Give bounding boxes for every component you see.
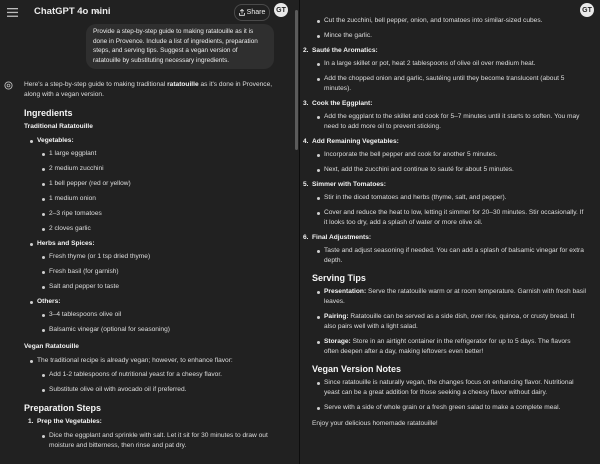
share-button[interactable]: Share: [234, 4, 270, 21]
step-6-list: Taste and adjust seasoning if needed. Yo…: [317, 246, 587, 266]
ingredients-heading: Ingredients: [24, 108, 73, 118]
step-3-list: Add the eggplant to the skillet and cook…: [317, 112, 587, 132]
list-item: Fresh thyme (or 1 tsp dried thyme): [42, 252, 286, 262]
list-item: Next, add the zucchini and continue to s…: [317, 165, 587, 175]
list-item: 1 medium onion: [42, 194, 286, 204]
list-item: Dice the eggplant and sprinkle with salt…: [42, 431, 286, 451]
chat-pane-right: GT Cut the zucchini, bell pepper, onion,…: [300, 0, 600, 464]
list-item: Serve with a side of whole grain or a fr…: [317, 403, 587, 413]
list-item: Incorporate the bell pepper and cook for…: [317, 150, 587, 160]
share-label: Share: [246, 9, 266, 16]
scrollbar[interactable]: [295, 10, 298, 150]
avatar[interactable]: GT: [274, 3, 288, 17]
list-item: 1 bell pepper (red or yellow): [42, 179, 286, 189]
list-item: Add 1-2 tablespoons of nutritional yeast…: [42, 370, 286, 380]
vegan-intro: The traditional recipe is already vegan;…: [30, 356, 286, 366]
step-5-title: 5. Simmer with Tomatoes:: [303, 181, 386, 188]
chevron-down-icon[interactable]: [95, 9, 102, 15]
top-bar: ChatGPT 4o mini Share GT: [0, 0, 299, 26]
traditional-heading: Traditional Ratatouille: [24, 123, 93, 130]
step-1-continued: Cut the zucchini, bell pepper, onion, an…: [317, 16, 587, 41]
list-item: 1 large eggplant: [42, 149, 286, 159]
list-item: 2 cloves garlic: [42, 224, 286, 234]
step-1-list: Dice the eggplant and sprinkle with salt…: [42, 431, 286, 451]
list-item: Substitute olive oil with avocado oil if…: [42, 385, 286, 395]
step-2-list: In a large skillet or pot, heat 2 tables…: [317, 59, 587, 94]
list-item: Stir in the diced tomatoes and herbs (th…: [317, 193, 587, 203]
closing-text: Enjoy your delicious homemade ratatouill…: [312, 420, 438, 427]
others-label: Others:: [30, 297, 286, 307]
list-item: Cut the zucchini, bell pepper, onion, an…: [317, 16, 587, 26]
serving-tips-heading: Serving Tips: [312, 273, 366, 283]
vegetables-label: Vegetables:: [30, 136, 286, 146]
assistant-message-continued: Cut the zucchini, bell pepper, onion, an…: [303, 16, 587, 429]
vegan-list: Add 1-2 tablespoons of nutritional yeast…: [42, 370, 286, 395]
step-4-title: 4. Add Remaining Vegetables:: [303, 138, 399, 145]
herbs-list: Fresh thyme (or 1 tsp dried thyme) Fresh…: [42, 252, 286, 292]
share-icon: [238, 9, 245, 16]
list-item: Salt and pepper to taste: [42, 282, 286, 292]
vegan-notes-heading: Vegan Version Notes: [312, 364, 402, 374]
vegetables-list: 1 large eggplant 2 medium zucchini 1 bel…: [42, 149, 286, 234]
list-item: Since ratatouille is naturally vegan, th…: [317, 378, 587, 398]
list-item: Storage: Store in an airtight container …: [317, 337, 587, 357]
list-item: Taste and adjust seasoning if needed. Yo…: [317, 246, 587, 266]
intro-text: Here's a step-by-step guide to making tr…: [24, 81, 273, 98]
step-5-list: Stir in the diced tomatoes and herbs (th…: [317, 193, 587, 228]
list-item: Cover and reduce the heat to low, lettin…: [317, 208, 587, 228]
list-item: 2–3 ripe tomatoes: [42, 209, 286, 219]
list-item: Mince the garlic.: [317, 31, 587, 41]
others-list: 3–4 tablespoons olive oil Balsamic vineg…: [42, 310, 286, 335]
list-item: Add the eggplant to the skillet and cook…: [317, 112, 587, 132]
assistant-logo-icon: [4, 81, 13, 90]
herbs-label: Herbs and Spices:: [30, 239, 286, 249]
chat-pane-left: ChatGPT 4o mini Share GT Provide a step-…: [0, 0, 299, 464]
list-item: Fresh basil (for garnish): [42, 267, 286, 277]
list-item: 3–4 tablespoons olive oil: [42, 310, 286, 320]
step-3-title: 3. Cook the Eggplant:: [303, 100, 373, 107]
step-4-list: Incorporate the bell pepper and cook for…: [317, 150, 587, 175]
vegan-notes-list: Since ratatouille is naturally vegan, th…: [317, 378, 587, 413]
list-item: 2 medium zucchini: [42, 164, 286, 174]
vegan-heading: Vegan Ratatouille: [24, 343, 79, 350]
avatar[interactable]: GT: [580, 3, 594, 17]
step-2-title: 2. Sauté the Aromatics:: [303, 47, 378, 54]
step-1-title: 1. Prep the Vegetables:: [28, 418, 102, 425]
list-item: In a large skillet or pot, heat 2 tables…: [317, 59, 587, 69]
list-item: Add the chopped onion and garlic, sautéi…: [317, 74, 587, 94]
serving-tips-list: Presentation: Serve the ratatouille warm…: [317, 287, 587, 357]
step-6-title: 6. Final Adjustments:: [303, 234, 372, 241]
sidebar-menu-icon[interactable]: [7, 8, 18, 17]
list-item: Pairing: Ratatouille can be served as a …: [317, 312, 587, 332]
user-message: Provide a step-by-step guide to making r…: [86, 24, 274, 69]
assistant-message: Here's a step-by-step guide to making tr…: [24, 80, 286, 451]
list-item: Balsamic vinegar (optional for seasoning…: [42, 325, 286, 335]
list-item: Presentation: Serve the ratatouille warm…: [317, 288, 587, 305]
preparation-heading: Preparation Steps: [24, 403, 102, 413]
